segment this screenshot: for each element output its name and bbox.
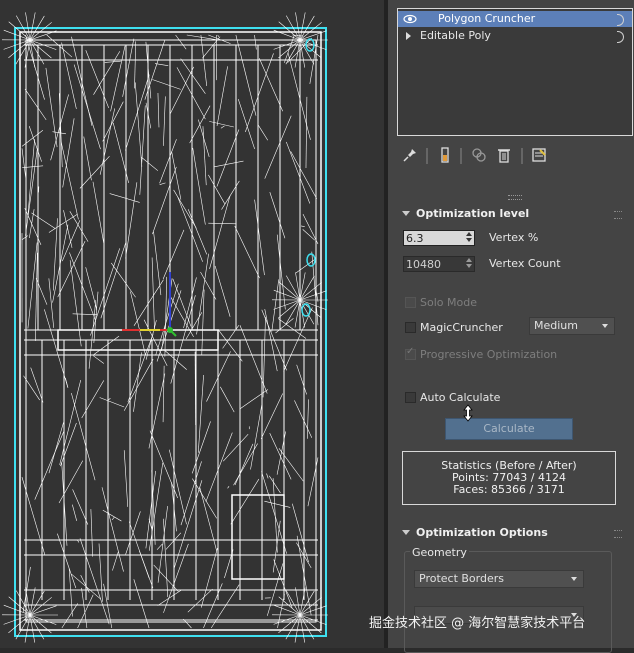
rollout-title: Optimization Options xyxy=(416,526,548,539)
toolbar-separator xyxy=(460,148,462,164)
toolbar-separator xyxy=(521,148,523,164)
vertex-percent-label: Vertex % xyxy=(489,231,538,244)
chevron-down-icon xyxy=(571,577,577,581)
progressive-optimization-checkbox[interactable] xyxy=(405,349,416,360)
spinner-arrows[interactable] xyxy=(464,258,473,270)
solo-mode-label: Solo Mode xyxy=(420,296,477,309)
chevron-down-icon xyxy=(602,324,608,328)
magic-cruncher-dropdown[interactable]: Medium xyxy=(529,317,615,335)
stack-item-label: Editable Poly xyxy=(420,28,491,44)
rollout-title: Optimization level xyxy=(416,207,529,220)
stats-faces: Faces: 85366 / 3171 xyxy=(403,484,615,496)
remove-modifier-icon[interactable] xyxy=(495,146,513,164)
progressive-optimization-label: Progressive Optimization xyxy=(420,348,557,361)
pin-stack-icon[interactable] xyxy=(401,146,419,164)
modifier-stack[interactable]: Polygon Cruncher Editable Poly xyxy=(397,8,633,136)
stack-item-label: Polygon Cruncher xyxy=(438,11,535,27)
auto-calculate-label: Auto Calculate xyxy=(420,391,500,404)
show-end-result-icon[interactable] xyxy=(436,146,454,164)
spinner-arrows[interactable] xyxy=(464,232,473,244)
magic-cruncher-checkbox[interactable] xyxy=(405,322,416,333)
collapse-triangle-icon xyxy=(402,211,410,216)
rollout-optimization-level[interactable]: Optimization level xyxy=(396,205,626,223)
stack-toolbar xyxy=(399,146,559,166)
eye-icon[interactable] xyxy=(403,14,417,24)
panel-resize-grip[interactable] xyxy=(508,195,522,200)
rollout-grip[interactable] xyxy=(614,530,622,538)
auto-calculate-checkbox[interactable] xyxy=(405,392,416,403)
rollout-grip[interactable] xyxy=(614,211,622,219)
wireframe-mesh xyxy=(0,0,384,648)
stack-item-polygon-cruncher[interactable]: Polygon Cruncher xyxy=(398,11,632,27)
light-bulb-icon[interactable] xyxy=(617,14,624,26)
make-unique-icon[interactable] xyxy=(470,146,488,164)
geometry-group xyxy=(404,551,612,653)
vertex-count-input[interactable] xyxy=(406,257,462,271)
expand-triangle-icon[interactable] xyxy=(406,32,411,40)
vertex-percent-input[interactable] xyxy=(406,231,462,245)
light-bulb-icon[interactable] xyxy=(617,31,624,43)
resize-cursor-icon xyxy=(462,404,474,422)
collapse-triangle-icon xyxy=(402,530,410,535)
configure-modifier-sets-icon[interactable] xyxy=(530,146,548,164)
statistics-box: Statistics (Before / After) Points: 7704… xyxy=(402,451,616,505)
rollout-optimization-options[interactable]: Optimization Options xyxy=(396,524,626,542)
stack-item-editable-poly[interactable]: Editable Poly xyxy=(398,28,632,44)
protect-borders-dropdown[interactable]: Protect Borders xyxy=(414,570,584,588)
vertex-percent-spinner[interactable] xyxy=(403,230,475,246)
dropdown-value: Protect Borders xyxy=(419,571,504,587)
dropdown-value: Medium xyxy=(534,318,578,334)
vertex-count-label: Vertex Count xyxy=(489,257,561,270)
solo-mode-checkbox[interactable] xyxy=(405,297,416,308)
vertex-count-spinner[interactable] xyxy=(403,256,475,272)
toolbar-separator xyxy=(426,148,428,164)
watermark: 掘金技术社区 @ 海尔智慧家技术平台 xyxy=(369,612,585,631)
magic-cruncher-label: MagicCruncher xyxy=(420,321,503,334)
geometry-group-title: Geometry xyxy=(410,546,469,559)
viewport[interactable] xyxy=(0,0,384,648)
